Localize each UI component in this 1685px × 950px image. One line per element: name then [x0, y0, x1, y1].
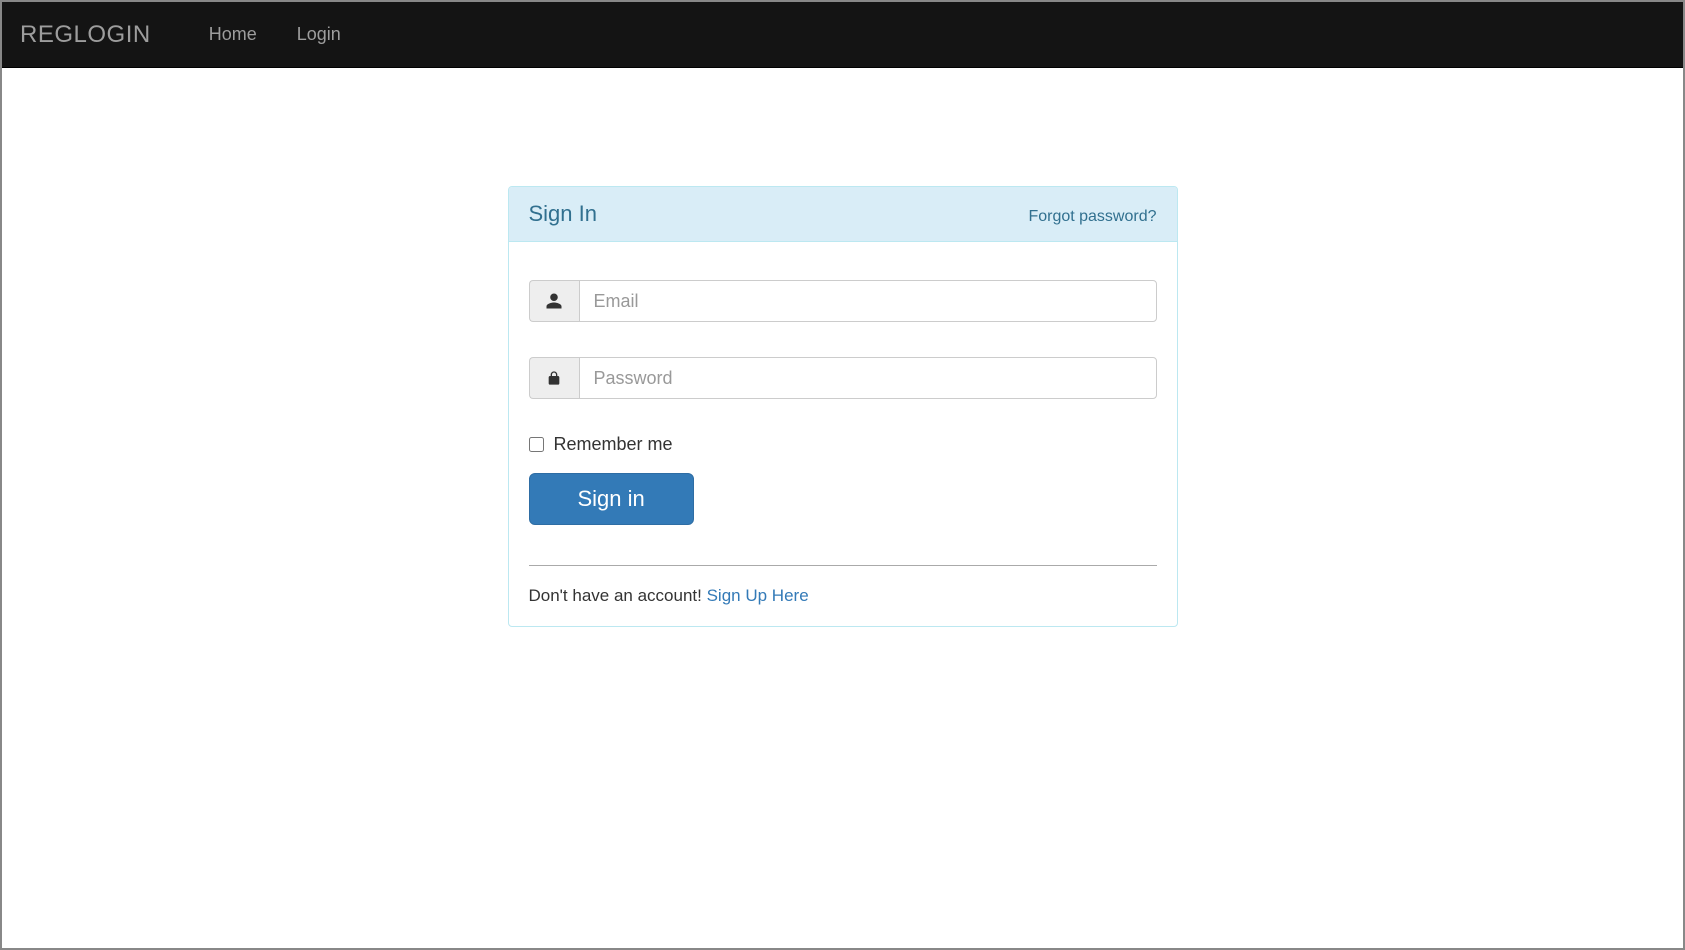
navbar: REGLOGIN Home Login [2, 2, 1683, 68]
signin-panel: Sign In Forgot password? [508, 186, 1178, 627]
password-input-group [529, 357, 1157, 399]
email-input-group [529, 280, 1157, 322]
divider [529, 565, 1157, 566]
password-field[interactable] [579, 357, 1157, 399]
lock-icon [529, 357, 579, 399]
panel-heading: Sign In Forgot password? [509, 187, 1177, 242]
user-icon [529, 280, 579, 322]
signup-prompt: Don't have an account! [529, 586, 707, 605]
nav-links: Home Login [189, 9, 361, 60]
remember-label[interactable]: Remember me [554, 434, 673, 455]
panel-body: Remember me Sign in [509, 242, 1177, 545]
email-field[interactable] [579, 280, 1157, 322]
brand-link[interactable]: REGLOGIN [20, 21, 171, 49]
remember-row: Remember me [529, 434, 1157, 455]
signup-row: Don't have an account! Sign Up Here [509, 586, 1177, 626]
nav-home[interactable]: Home [189, 9, 277, 60]
signin-button[interactable]: Sign in [529, 473, 694, 525]
signup-link[interactable]: Sign Up Here [707, 586, 809, 605]
nav-login[interactable]: Login [277, 9, 361, 60]
main-container: Sign In Forgot password? [493, 186, 1193, 627]
panel-title: Sign In [529, 201, 598, 227]
remember-checkbox[interactable] [529, 437, 544, 452]
forgot-password-link[interactable]: Forgot password? [1028, 208, 1156, 226]
